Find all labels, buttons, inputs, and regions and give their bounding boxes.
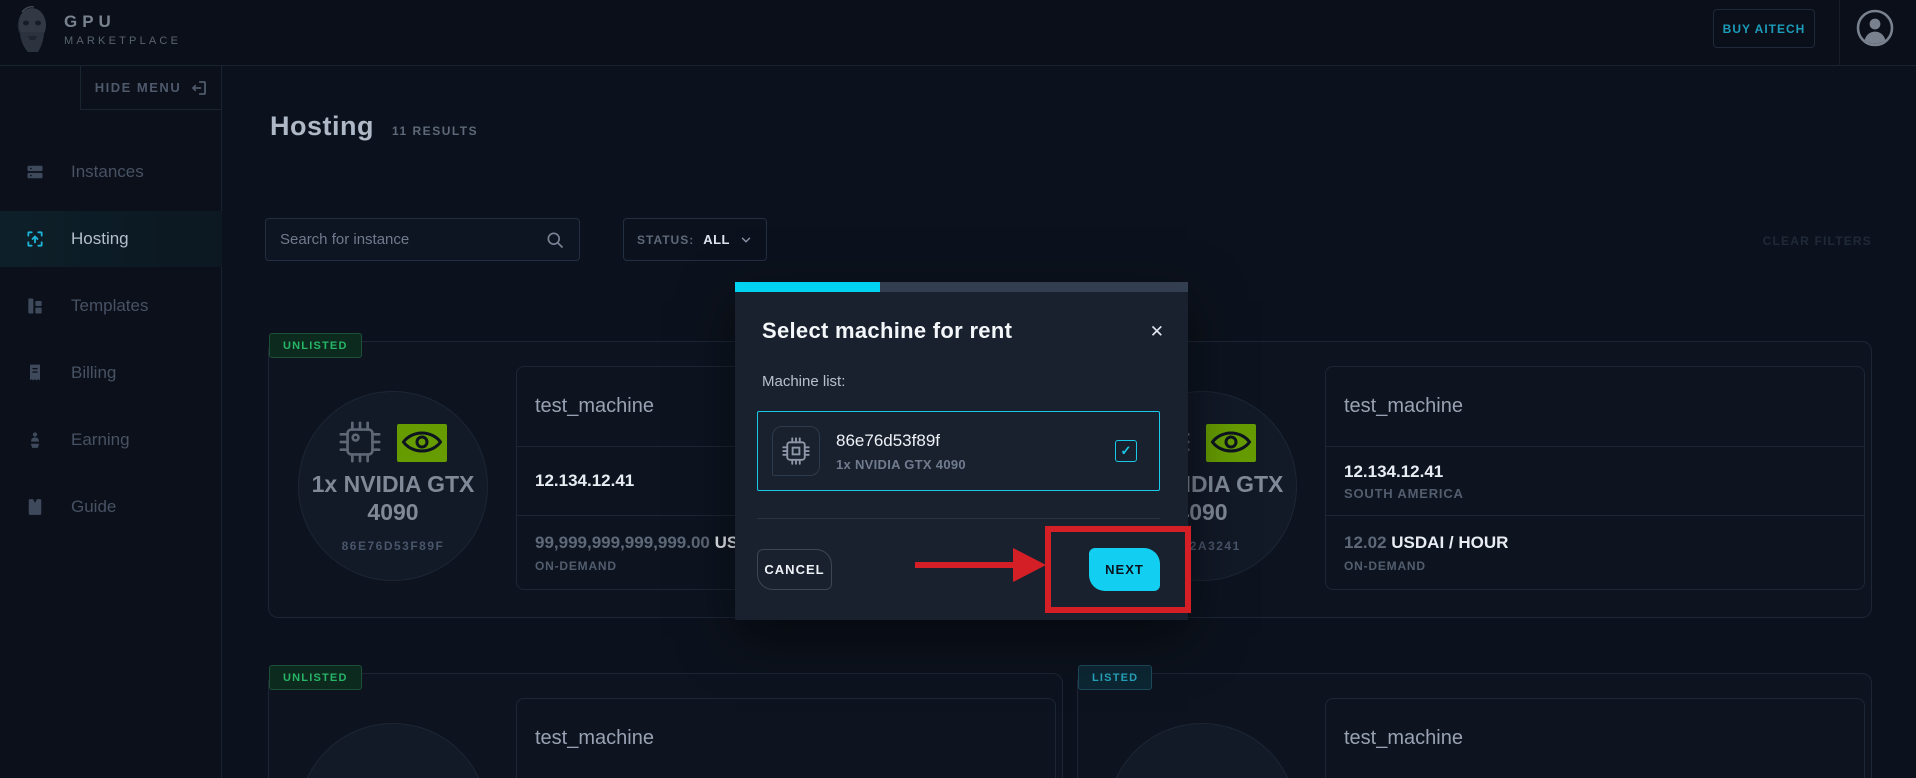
hosting-icon (25, 229, 45, 249)
sidebar-item-instances[interactable]: Instances (0, 144, 222, 200)
machine-card[interactable]: 1x NVIDIA GTX4090 01C2A3241 test_machine… (1077, 341, 1872, 618)
sidebar-item-label: Hosting (71, 229, 129, 249)
logo-subtitle: MARKETPLACE (64, 35, 181, 47)
close-icon[interactable]: ✕ (1150, 323, 1164, 340)
status-badge: UNLISTED (269, 333, 362, 358)
select-machine-modal: Select machine for rent ✕ Machine list: … (735, 282, 1188, 620)
modal-title: Select machine for rent (762, 318, 1012, 344)
templates-icon (25, 296, 45, 316)
price-value: 99,999,999,999,999.00 (535, 533, 710, 552)
modal-progress-bar (735, 282, 1188, 292)
machine-name: test_machine (535, 727, 1037, 750)
nvidia-logo-icon (395, 420, 449, 464)
billing-type: ON-DEMAND (1344, 559, 1846, 573)
chip-icon (781, 436, 811, 466)
exit-icon (190, 79, 208, 97)
gpu-visual: 1x NVIDIA GTX4090 86E76D53F89F (298, 391, 488, 581)
sidebar-item-label: Earning (71, 430, 130, 450)
machine-card[interactable]: UNLISTED 1x NVIDIA GTX (268, 673, 1063, 778)
price-unit: USDAI / HOUR (1391, 533, 1508, 552)
sidebar-item-hosting[interactable]: Hosting (0, 211, 222, 267)
sidebar-menu: Instances Hosting Templates (0, 144, 222, 546)
sidebar-item-label: Templates (71, 296, 148, 316)
machine-info: test_machine 12.134.12.41 (1325, 698, 1865, 778)
machine-item-text: 86e76d53f89f 1x NVIDIA GTX 4090 (836, 431, 1099, 472)
machine-list-label: Machine list: (762, 373, 845, 390)
status-badge: UNLISTED (269, 665, 362, 690)
instances-icon (25, 162, 45, 182)
sidebar: HIDE MENU Instances Hosting (0, 66, 222, 778)
chip-icon-box (772, 426, 820, 476)
machine-item-gpu: 1x NVIDIA GTX 4090 (836, 457, 1099, 472)
sidebar-item-label: Guide (71, 497, 116, 517)
status-value: ALL (703, 232, 730, 247)
search-box (265, 218, 580, 261)
gpu-visual: 1x NVIDIA GTX (298, 723, 488, 778)
machine-name: test_machine (1344, 727, 1846, 750)
machine-card[interactable]: LISTED test_machine 12.13 (1077, 673, 1872, 778)
sidebar-item-earning[interactable]: Earning (0, 412, 222, 468)
price-value: 12.02 (1344, 533, 1387, 552)
modal-footer: CANCEL NEXT (757, 548, 1160, 591)
chip-icon (337, 419, 383, 465)
machine-item-id: 86e76d53f89f (836, 431, 1099, 451)
clear-filters-button[interactable]: CLEAR FILTERS (1763, 234, 1872, 248)
status-badge: LISTED (1078, 665, 1152, 690)
machine-name: test_machine (1344, 395, 1846, 418)
status-filter-dropdown[interactable]: STATUS: ALL (623, 218, 767, 261)
checkmark-icon: ✓ (1121, 443, 1132, 459)
machine-ip: 12.134.12.41 (1344, 462, 1846, 482)
gpu-name: 1x NVIDIA GTX4090 (312, 471, 475, 526)
results-count: 11 RESULTS (392, 124, 478, 138)
app-logo[interactable]: GPU MARKETPLACE (10, 4, 181, 54)
top-navbar: GPU MARKETPLACE BUY AITECH (0, 0, 1916, 66)
nvidia-logo-icon (1204, 420, 1258, 464)
buy-aitech-button[interactable]: BUY AITECH (1713, 9, 1815, 48)
search-icon (545, 230, 565, 250)
sidebar-item-templates[interactable]: Templates (0, 278, 222, 334)
logo-title: GPU (64, 12, 181, 32)
hide-menu-button[interactable]: HIDE MENU (80, 66, 222, 110)
status-label: STATUS: (637, 233, 694, 247)
machine-info: test_machine 12.134.12.41 SOUTH AMERICA … (1325, 366, 1865, 590)
billing-icon (25, 363, 45, 383)
gpu-marketplace-app: GPU MARKETPLACE BUY AITECH HIDE MENU (0, 0, 1916, 778)
cancel-button[interactable]: CANCEL (757, 549, 832, 590)
hide-menu-label: HIDE MENU (95, 80, 181, 95)
sidebar-item-billing[interactable]: Billing (0, 345, 222, 401)
search-input[interactable] (280, 231, 545, 248)
user-avatar-icon[interactable] (1856, 9, 1894, 47)
earning-icon (25, 430, 45, 450)
navbar-divider (1839, 0, 1840, 66)
guide-icon (25, 497, 45, 517)
modal-divider (757, 518, 1160, 519)
page-header: Hosting 11 RESULTS (270, 111, 478, 142)
logo-text: GPU MARKETPLACE (64, 12, 181, 47)
next-button[interactable]: NEXT (1089, 548, 1160, 591)
sidebar-item-label: Instances (71, 162, 144, 182)
sidebar-item-guide[interactable]: Guide (0, 479, 222, 535)
machine-region: SOUTH AMERICA (1344, 486, 1846, 501)
machine-info: test_machine 12.134.12.41 (516, 698, 1056, 778)
machine-list-item[interactable]: 86e76d53f89f 1x NVIDIA GTX 4090 ✓ (757, 411, 1160, 491)
sidebar-item-label: Billing (71, 363, 116, 383)
chevron-down-icon (739, 233, 753, 247)
page-title: Hosting (270, 111, 374, 142)
gpu-id: 86E76D53F89F (342, 539, 445, 553)
modal-progress-fill (735, 282, 880, 292)
machine-checkbox[interactable]: ✓ (1115, 440, 1137, 462)
robot-head-logo-icon (10, 4, 54, 54)
gpu-visual (1107, 723, 1297, 778)
